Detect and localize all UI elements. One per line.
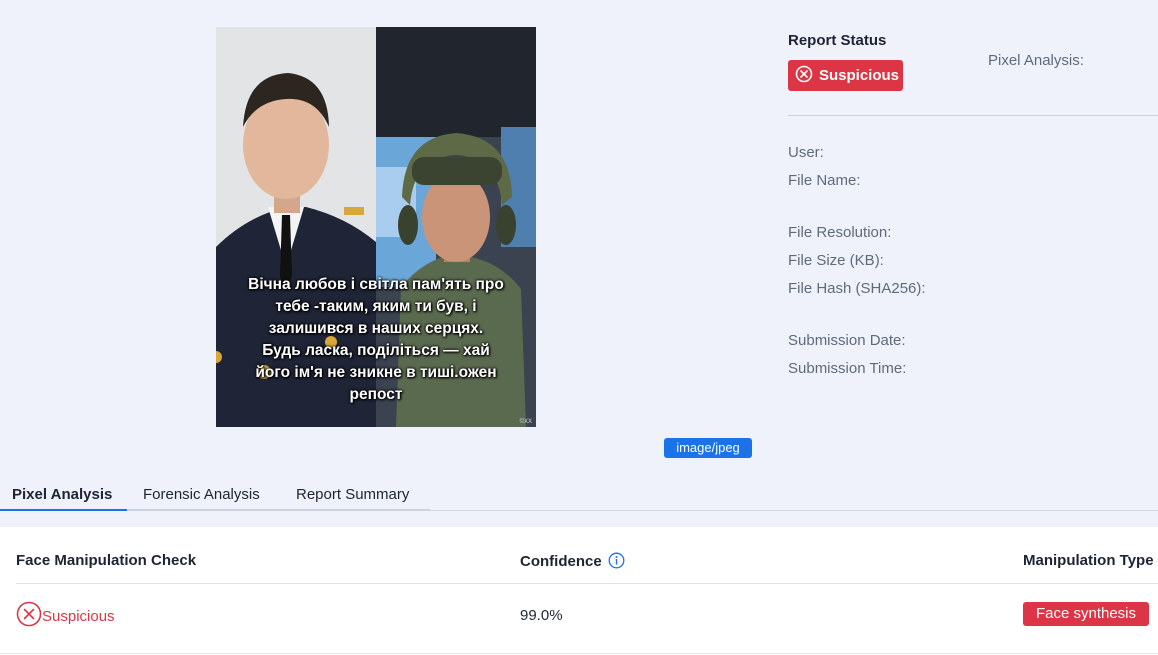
circle-x-icon xyxy=(795,65,813,87)
report-status-badge: Suspicious xyxy=(788,60,903,91)
table-row-status: Suspicious xyxy=(16,601,115,631)
mime-type-badge: image/jpeg xyxy=(664,438,752,458)
report-status-title: Report Status xyxy=(788,32,887,49)
image-caption: Вічна любов і світла пам'ять про тебе -т… xyxy=(248,276,504,403)
report-status-text: Suspicious xyxy=(819,67,900,84)
info-circle-icon[interactable] xyxy=(608,552,625,573)
row-manipulation-type-badge: Face synthesis xyxy=(1023,602,1149,626)
results-table: Face Manipulation Check Confidence Manip… xyxy=(0,527,1158,655)
tab-pixel-analysis[interactable]: Pixel Analysis xyxy=(12,482,112,511)
tab-report-summary[interactable]: Report Summary xyxy=(296,482,409,511)
header-confidence-label: Confidence xyxy=(520,553,602,570)
image-preview: Вічна любов і світла пам'ять про тебе -т… xyxy=(216,27,536,427)
file-resolution-label: File Resolution: xyxy=(788,224,892,241)
row-status-text: Suspicious xyxy=(42,607,115,625)
row-confidence: 99.0% xyxy=(520,607,563,624)
submission-time-label: Submission Time: xyxy=(788,360,907,377)
user-label: User: xyxy=(788,144,824,161)
image-watermark: ©XX xyxy=(519,419,532,425)
file-hash-label: File Hash (SHA256): xyxy=(788,280,926,297)
table-row-divider xyxy=(0,653,1158,654)
analysis-tabs: Pixel Analysis Forensic Analysis Report … xyxy=(0,482,1158,511)
pixel-analysis-label: Pixel Analysis: xyxy=(988,52,1084,69)
header-confidence: Confidence xyxy=(520,552,625,573)
file-name-label: File Name: xyxy=(788,172,861,189)
tab-forensic-analysis[interactable]: Forensic Analysis xyxy=(143,482,260,511)
info-divider xyxy=(788,115,1158,116)
table-header-divider xyxy=(16,583,1158,584)
circle-x-icon xyxy=(16,601,42,631)
submission-date-label: Submission Date: xyxy=(788,332,906,349)
file-size-label: File Size (KB): xyxy=(788,252,884,269)
header-face-manipulation-check: Face Manipulation Check xyxy=(16,552,197,569)
header-manipulation-type: Manipulation Type xyxy=(1023,552,1154,569)
